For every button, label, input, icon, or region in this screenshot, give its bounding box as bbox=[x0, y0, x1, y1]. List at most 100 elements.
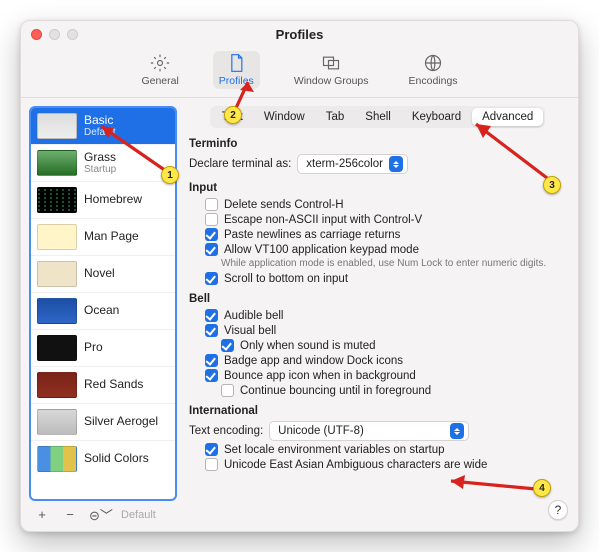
chk-bounce-bg[interactable] bbox=[205, 369, 218, 382]
profile-tabs: Text Window Tab Shell Keyboard Advanced bbox=[189, 106, 566, 128]
toolbar-encodings[interactable]: Encodings bbox=[403, 51, 464, 89]
declare-terminal-label: Declare terminal as: bbox=[189, 158, 291, 170]
chk-set-locale[interactable] bbox=[205, 443, 218, 456]
content-pane: Text Window Tab Shell Keyboard Advanced … bbox=[185, 98, 578, 530]
chk-continue-bounce[interactable] bbox=[221, 384, 234, 397]
note-vt100: While application mode is enabled, use N… bbox=[189, 258, 566, 269]
document-icon bbox=[225, 53, 247, 73]
toolbar-general[interactable]: General bbox=[135, 51, 184, 89]
sidebar: Basic Default Grass Startup Homebrew bbox=[21, 98, 185, 530]
chk-badge-dock[interactable] bbox=[205, 354, 218, 367]
chk-vt100-keypad[interactable] bbox=[205, 243, 218, 256]
updown-icon bbox=[389, 156, 403, 172]
toolbar-label: Profiles bbox=[219, 75, 254, 87]
profile-actions-menu[interactable]: ⊝﹀ bbox=[89, 505, 107, 524]
chk-only-muted[interactable] bbox=[221, 339, 234, 352]
section-international: International bbox=[189, 405, 566, 417]
profile-thumb bbox=[37, 261, 77, 287]
lbl-badge-dock: Badge app and window Dock icons bbox=[224, 355, 403, 367]
sidebar-footer: + − ⊝﹀ Default bbox=[29, 501, 177, 524]
encoding-select[interactable]: Unicode (UTF-8) bbox=[269, 421, 469, 441]
section-bell: Bell bbox=[189, 293, 566, 305]
lbl-delete-ctrl-h: Delete sends Control-H bbox=[224, 199, 344, 211]
profile-thumb bbox=[37, 298, 77, 324]
chk-delete-ctrl-h[interactable] bbox=[205, 198, 218, 211]
profile-name: Homebrew bbox=[84, 193, 142, 206]
profile-row-pro[interactable]: Pro bbox=[31, 330, 175, 367]
lbl-visual-bell: Visual bell bbox=[224, 325, 276, 337]
lbl-audible-bell: Audible bell bbox=[224, 310, 283, 322]
profile-row-ocean[interactable]: Ocean bbox=[31, 293, 175, 330]
chk-scroll-bottom[interactable] bbox=[205, 272, 218, 285]
profile-name: Novel bbox=[84, 267, 115, 280]
default-indicator: Default bbox=[121, 509, 156, 521]
toolbar-label: Window Groups bbox=[294, 75, 369, 87]
updown-icon bbox=[450, 423, 464, 439]
profile-sub: Default bbox=[84, 127, 116, 138]
add-profile-button[interactable]: + bbox=[33, 507, 51, 522]
profile-row-homebrew[interactable]: Homebrew bbox=[31, 182, 175, 219]
help-button[interactable]: ? bbox=[548, 500, 568, 520]
chk-audible-bell[interactable] bbox=[205, 309, 218, 322]
profile-thumb bbox=[37, 224, 77, 250]
profile-row-basic[interactable]: Basic Default bbox=[31, 108, 175, 145]
globe-icon bbox=[422, 53, 444, 73]
profile-row-manpage[interactable]: Man Page bbox=[31, 219, 175, 256]
profile-row-silver[interactable]: Silver Aerogel bbox=[31, 404, 175, 441]
profile-row-solid[interactable]: Solid Colors bbox=[31, 441, 175, 477]
tab-window[interactable]: Window bbox=[254, 108, 315, 126]
profile-thumb bbox=[37, 372, 77, 398]
toolbar: General Profiles Window Groups Encodings bbox=[21, 47, 578, 98]
profile-name: Solid Colors bbox=[84, 452, 149, 465]
chk-visual-bell[interactable] bbox=[205, 324, 218, 337]
declare-terminal-value: xterm-256color bbox=[306, 158, 383, 170]
toolbar-window-groups[interactable]: Window Groups bbox=[288, 51, 375, 89]
declare-terminal-select[interactable]: xterm-256color bbox=[297, 154, 408, 174]
lbl-bounce-bg: Bounce app icon when in background bbox=[224, 370, 416, 382]
tab-keyboard[interactable]: Keyboard bbox=[402, 108, 471, 126]
tab-text[interactable]: Text bbox=[212, 108, 253, 126]
tab-shell[interactable]: Shell bbox=[355, 108, 401, 126]
profile-name: Ocean bbox=[84, 304, 119, 317]
profile-name: Man Page bbox=[84, 230, 139, 243]
section-input: Input bbox=[189, 182, 566, 194]
profile-thumb bbox=[37, 335, 77, 361]
titlebar: Profiles bbox=[21, 21, 578, 47]
gear-icon bbox=[149, 53, 171, 73]
tab-advanced[interactable]: Advanced bbox=[472, 108, 543, 126]
preferences-window: Profiles General Profiles Window Groups … bbox=[20, 20, 579, 532]
profile-row-grass[interactable]: Grass Startup bbox=[31, 145, 175, 182]
profile-name: Basic bbox=[84, 114, 116, 127]
lbl-paste-newlines: Paste newlines as carriage returns bbox=[224, 229, 400, 241]
profile-name: Grass bbox=[84, 151, 116, 164]
profile-thumb bbox=[37, 187, 77, 213]
lbl-continue-bounce: Continue bouncing until in foreground bbox=[240, 385, 431, 397]
encoding-value: Unicode (UTF-8) bbox=[278, 425, 364, 437]
profile-name: Silver Aerogel bbox=[84, 415, 158, 428]
profile-row-novel[interactable]: Novel bbox=[31, 256, 175, 293]
profile-thumb bbox=[37, 446, 77, 472]
profile-list[interactable]: Basic Default Grass Startup Homebrew bbox=[29, 106, 177, 501]
lbl-vt100-keypad: Allow VT100 application keypad mode bbox=[224, 244, 419, 256]
chk-paste-newlines[interactable] bbox=[205, 228, 218, 241]
lbl-scroll-bottom: Scroll to bottom on input bbox=[224, 273, 348, 285]
profile-name: Pro bbox=[84, 341, 103, 354]
chk-escape-nonascii[interactable] bbox=[205, 213, 218, 226]
profile-thumb bbox=[37, 409, 77, 435]
chk-east-asian[interactable] bbox=[205, 458, 218, 471]
lbl-escape-nonascii: Escape non-ASCII input with Control-V bbox=[224, 214, 422, 226]
profile-sub: Startup bbox=[84, 164, 116, 175]
window-title: Profiles bbox=[21, 27, 578, 42]
section-terminfo: Terminfo bbox=[189, 138, 566, 150]
lbl-only-muted: Only when sound is muted bbox=[240, 340, 376, 352]
tab-tab[interactable]: Tab bbox=[316, 108, 355, 126]
profile-row-redsands[interactable]: Red Sands bbox=[31, 367, 175, 404]
toolbar-label: General bbox=[141, 75, 178, 87]
encoding-label: Text encoding: bbox=[189, 425, 263, 437]
lbl-east-asian: Unicode East Asian Ambiguous characters … bbox=[224, 459, 487, 471]
windows-icon bbox=[320, 53, 342, 73]
profile-name: Red Sands bbox=[84, 378, 143, 391]
remove-profile-button[interactable]: − bbox=[61, 507, 79, 522]
toolbar-profiles[interactable]: Profiles bbox=[213, 51, 260, 89]
profile-thumb bbox=[37, 113, 77, 139]
